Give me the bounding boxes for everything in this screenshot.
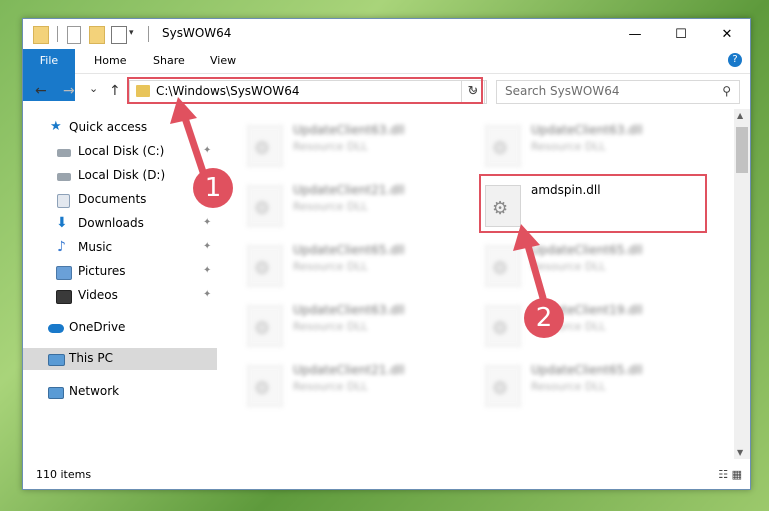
step-badge-2: 2: [524, 298, 564, 338]
arrow-1-head: [170, 97, 197, 124]
annotation-arrows: [170, 97, 547, 302]
arrow-1-shaft: [180, 111, 208, 179]
arrow-2-shaft: [523, 238, 547, 302]
arrow-2-head: [513, 224, 540, 251]
step-badge-1: 1: [193, 168, 233, 208]
